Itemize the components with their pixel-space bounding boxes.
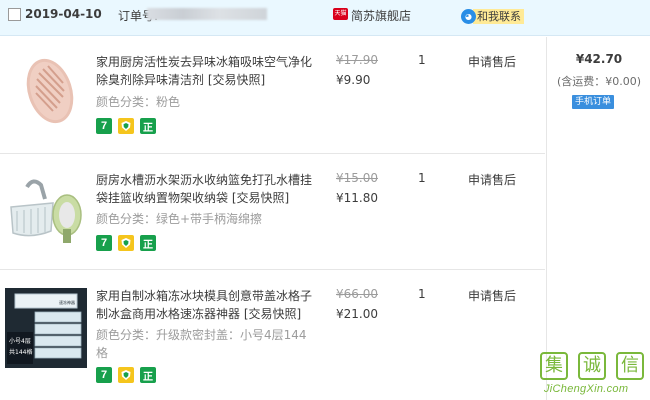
order-number-redacted (147, 8, 267, 20)
product-title-text: 家用厨房活性炭去异味冰箱吸味空气净化除臭剂除异味清洁剂 (96, 55, 313, 87)
product-spec: 颜色分类：粉色 (96, 95, 181, 109)
actual-price: ¥9.90 (336, 73, 371, 87)
seven-day-return-icon[interactable]: 7 (96, 367, 112, 383)
order-item-row: 厨房水槽沥水架沥水收纳篮免打孔水槽挂袋挂篮收纳置物架收纳袋 [交易快照] 颜色分… (0, 155, 545, 270)
wangwang-chat-icon: ◕ (461, 8, 476, 24)
snapshot-link[interactable]: [交易快照] (244, 307, 301, 321)
order-total: ¥42.70 (575, 52, 623, 66)
site-watermark: 集 诚 信 JiChengXin.com (530, 350, 650, 400)
contact-seller-button[interactable]: ◕ 和我联系 (461, 8, 524, 24)
consumer-protection-icon[interactable] (118, 118, 134, 134)
service-badges: 7 正 (96, 367, 156, 383)
original-price: ¥17.90 (336, 53, 378, 67)
watermark-char: 集 (540, 352, 568, 380)
seven-day-return-icon[interactable]: 7 (96, 118, 112, 134)
thumb-caption-size: 小号4层 (9, 337, 31, 345)
contact-seller-label: 和我联系 (473, 8, 524, 24)
consumer-protection-icon[interactable] (118, 367, 134, 383)
after-sale-link[interactable]: 申请售后 (468, 53, 516, 70)
tmall-icon: 天猫 (333, 8, 348, 20)
watermark-char: 诚 (578, 352, 606, 380)
order-date: 2019-04-10 (25, 7, 102, 21)
item-quantity: 1 (418, 53, 426, 67)
actual-price: ¥21.00 (336, 307, 378, 321)
after-sale-link[interactable]: 申请售后 (468, 171, 516, 188)
item-quantity: 1 (418, 287, 426, 301)
after-sale-link[interactable]: 申请售后 (468, 287, 516, 304)
genuine-guarantee-icon[interactable]: 正 (140, 118, 156, 134)
product-title-link[interactable]: 家用自制冰箱冻冰块模具创意带盖冰格子制冰盒商用冰格速冻器神器 [交易快照] (96, 287, 318, 323)
watermark-char: 信 (616, 352, 644, 380)
product-thumbnail-sink-caddy[interactable] (5, 173, 87, 253)
item-quantity: 1 (418, 171, 426, 185)
thumb-tag: 速冻神器 (59, 299, 75, 305)
watermark-url: JiChengXin.com (544, 383, 629, 395)
product-spec: 颜色分类：绿色+带手柄海绵擦 (96, 212, 263, 226)
original-price: ¥15.00 (336, 171, 378, 185)
product-spec: 颜色分类：升级款密封盖：小号4层144格 (96, 328, 307, 360)
snapshot-link[interactable]: [交易快照] (208, 73, 265, 87)
original-price: ¥66.00 (336, 287, 378, 301)
actual-price: ¥11.80 (336, 191, 378, 205)
thumb-caption-count: 共144格 (9, 348, 32, 356)
shop-name-link[interactable]: 简苏旗舰店 (351, 7, 411, 24)
order-checkbox[interactable] (8, 8, 21, 21)
mobile-order-badge: 手机订单 (572, 95, 615, 109)
seven-day-return-icon[interactable]: 7 (96, 235, 112, 251)
product-title-link[interactable]: 厨房水槽沥水架沥水收纳篮免打孔水槽挂袋挂篮收纳置物架收纳袋 [交易快照] (96, 171, 318, 207)
product-thumbnail-ice-tray[interactable]: 小号4层 共144格 速冻神器 (5, 288, 87, 368)
genuine-guarantee-icon[interactable]: 正 (140, 367, 156, 383)
genuine-guarantee-icon[interactable]: 正 (140, 235, 156, 251)
snapshot-link[interactable]: [交易快照] (232, 191, 289, 205)
order-item-row: 小号4层 共144格 速冻神器 家用自制冰箱冻冰块模具创意带盖冰格子制冰盒商用冰… (0, 271, 545, 400)
order-item-row: 家用厨房活性炭去异味冰箱吸味空气净化除臭剂除异味清洁剂 [交易快照] 颜色分类：… (0, 37, 545, 154)
product-thumbnail-deodorizer[interactable] (5, 51, 87, 131)
order-header: 2019-04-10 订单号: 天猫 简苏旗舰店 ◕ 和我联系 (0, 0, 650, 36)
shipping-fee: (含运费：¥0.00) (556, 75, 642, 88)
service-badges: 7 正 (96, 118, 156, 134)
consumer-protection-icon[interactable] (118, 235, 134, 251)
service-badges: 7 正 (96, 235, 156, 251)
product-title-link[interactable]: 家用厨房活性炭去异味冰箱吸味空气净化除臭剂除异味清洁剂 [交易快照] (96, 53, 318, 89)
order-summary: ¥42.70 (含运费：¥0.00) 手机订单 (546, 37, 650, 400)
